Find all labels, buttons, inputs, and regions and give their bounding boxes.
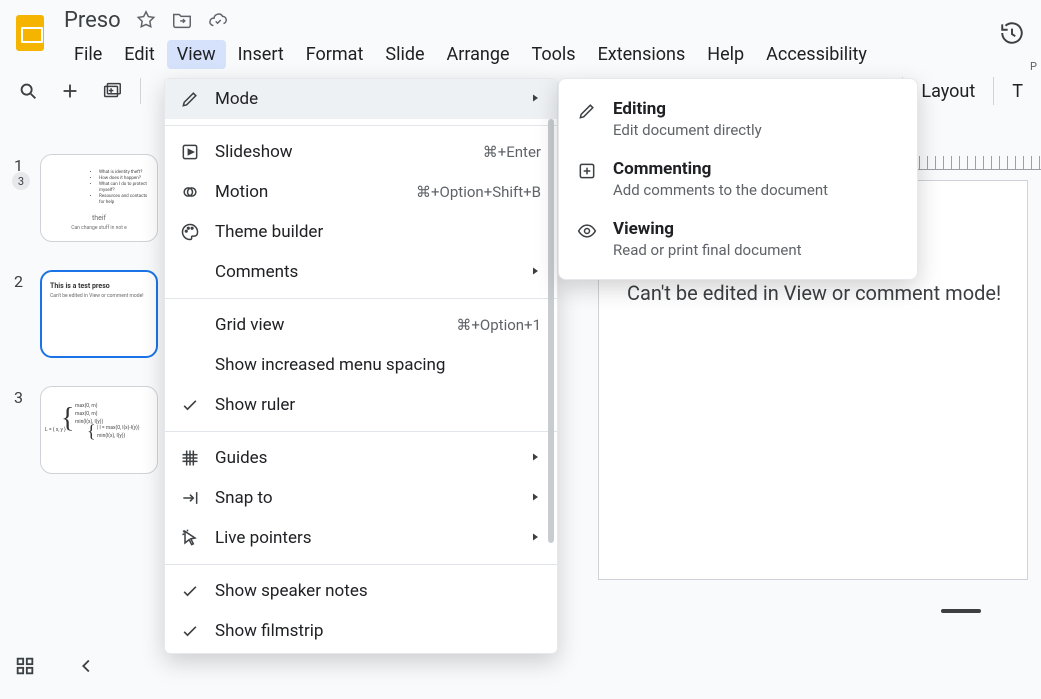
menu-edit[interactable]: Edit [114, 40, 164, 69]
menu-item-guides[interactable]: Guides [165, 438, 557, 478]
comment-count-badge[interactable]: 3 [12, 172, 30, 190]
star-icon[interactable] [135, 9, 157, 31]
mode-option-commenting[interactable]: Commenting Add comments to the document [565, 149, 911, 209]
toolbar-separator [140, 78, 141, 104]
menu-item-grid-view[interactable]: Grid view ⌘+Option+1 [165, 305, 557, 345]
check-icon [179, 581, 201, 601]
grid-view-icon[interactable] [14, 655, 36, 683]
chevron-right-icon [529, 89, 541, 109]
check-icon [179, 395, 201, 415]
document-title[interactable]: Preso [64, 8, 121, 33]
view-menu-dropdown: Mode Slideshow ⌘+Enter Motion ⌘+Option+S… [164, 78, 558, 654]
thumb-content: What is identity theft? How does it happ… [55, 170, 149, 206]
pencil-icon [577, 101, 599, 125]
toolbar-cut-right[interactable]: T [993, 77, 1041, 105]
chevron-right-icon [529, 448, 541, 468]
menu-slide[interactable]: Slide [375, 40, 434, 69]
menu-view[interactable]: View [167, 40, 226, 69]
chevron-right-icon [529, 488, 541, 508]
menu-insert[interactable]: Insert [228, 40, 294, 69]
move-folder-icon[interactable] [171, 9, 193, 31]
mode-option-editing[interactable]: Editing Edit document directly [565, 89, 911, 149]
menu-item-motion[interactable]: Motion ⌘+Option+Shift+B [165, 172, 557, 212]
new-slide-button[interactable] [52, 73, 88, 109]
chevron-right-icon [529, 528, 541, 548]
cloud-saved-icon[interactable] [207, 9, 229, 31]
pointer-icon [179, 528, 201, 548]
mode-option-viewing[interactable]: Viewing Read or print final document [565, 209, 911, 269]
speaker-notes-resize-handle[interactable] [941, 609, 981, 613]
menu-item-slideshow[interactable]: Slideshow ⌘+Enter [165, 132, 557, 172]
menu-accessibility[interactable]: Accessibility [756, 40, 877, 69]
menu-arrange[interactable]: Arrange [437, 40, 520, 69]
version-history-icon[interactable] [999, 20, 1025, 50]
filmstrip: 1 What is identity theft? How does it ha… [0, 124, 170, 699]
menu-separator [165, 125, 557, 126]
comment-add-icon [577, 161, 599, 185]
mode-submenu: Editing Edit document directly Commentin… [558, 78, 918, 280]
menu-separator [165, 431, 557, 432]
new-slide-layout-button[interactable] [94, 73, 130, 109]
menu-item-show-filmstrip[interactable]: Show filmstrip [165, 611, 557, 651]
menu-item-snap-to[interactable]: Snap to [165, 478, 557, 518]
menu-file[interactable]: File [64, 40, 112, 69]
chevron-left-icon[interactable] [76, 655, 98, 683]
slide-thumbnail[interactable]: { { L = { x, y } max(0, m) max(0, m) min… [40, 386, 158, 474]
slide-thumbnail-selected[interactable]: This is a test preso Can't be edited in … [40, 270, 158, 358]
play-icon [179, 142, 201, 162]
pencil-icon [179, 89, 201, 109]
guides-icon [179, 448, 201, 468]
menu-extensions[interactable]: Extensions [588, 40, 696, 69]
slides-logo[interactable] [10, 6, 50, 60]
menu-separator [165, 564, 557, 565]
menu-separator [165, 298, 557, 299]
menu-tools[interactable]: Tools [522, 40, 586, 69]
chevron-right-icon [529, 262, 541, 282]
slide-number: 1 [14, 154, 30, 242]
menu-item-live-pointers[interactable]: Live pointers [165, 518, 557, 558]
menu-format[interactable]: Format [296, 40, 374, 69]
slide-entry-1[interactable]: 1 What is identity theft? How does it ha… [14, 154, 162, 242]
search-menus-button[interactable] [10, 73, 46, 109]
slide-entry-3[interactable]: 3 { { L = { x, y } max(0, m) max(0, m) m… [14, 386, 162, 474]
motion-icon [179, 182, 201, 202]
menubar: File Edit View Insert Format Slide Arran… [64, 40, 877, 69]
slide-thumbnail[interactable]: What is identity theft? How does it happ… [40, 154, 158, 242]
snap-icon [179, 488, 201, 508]
palette-icon [179, 222, 201, 242]
slide-entry-2[interactable]: 2 This is a test preso Can't be edited i… [14, 270, 162, 358]
menu-item-show-ruler[interactable]: Show ruler [165, 385, 557, 425]
titlebar: Preso File Edit View Insert Format Slide… [0, 0, 1041, 69]
menu-item-show-speaker-notes[interactable]: Show speaker notes [165, 571, 557, 611]
menu-item-theme-builder[interactable]: Theme builder [165, 212, 557, 252]
slide-number: 2 [14, 270, 30, 358]
menu-item-comments[interactable]: Comments [165, 252, 557, 292]
menu-item-mode[interactable]: Mode [165, 79, 557, 119]
slides-logo-icon [16, 15, 44, 51]
eye-icon [577, 221, 599, 245]
slide-body-text: Can't be edited in View or comment mode! [627, 281, 1001, 305]
menu-help[interactable]: Help [697, 40, 754, 69]
check-icon [179, 621, 201, 641]
menu-item-increased-spacing[interactable]: Show increased menu spacing [165, 345, 557, 385]
slide-number: 3 [14, 386, 30, 474]
